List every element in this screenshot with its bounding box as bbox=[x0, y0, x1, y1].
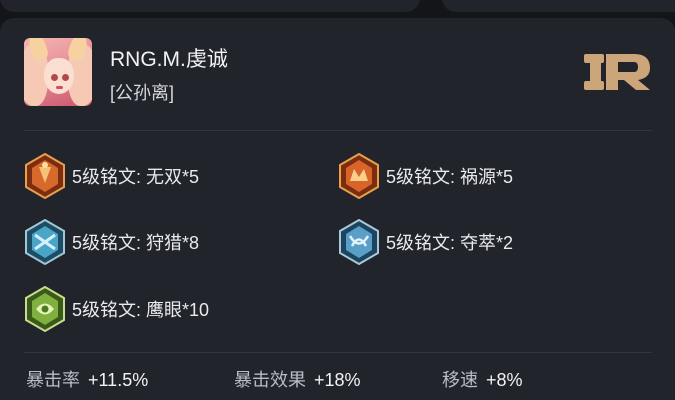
rng-logo-icon bbox=[584, 54, 650, 90]
stat-item: 暴击率 +11.5% bbox=[26, 366, 148, 392]
stat-label: 暴击效果 bbox=[234, 370, 306, 390]
rune-huoyuan-icon bbox=[339, 153, 379, 199]
stats-row: 暴击率 +11.5% 暴击效果 +18% 移速 +8% bbox=[0, 366, 675, 390]
rune-duocui-icon bbox=[339, 219, 379, 265]
stat-item: 暴击效果 +18% bbox=[234, 366, 361, 392]
stat-value: +18% bbox=[314, 370, 361, 390]
stat-label: 移速 bbox=[442, 370, 478, 390]
stat-value: +11.5% bbox=[88, 370, 149, 390]
rune-item[interactable]: 5级铭文: 祸源*5 bbox=[338, 152, 513, 200]
rune-label: 5级铭文: 狩猎*8 bbox=[72, 233, 200, 253]
stat-item: 移速 +8% bbox=[442, 366, 523, 392]
top-tab-right[interactable] bbox=[442, 0, 675, 12]
player-rune-card: RNG.M.虔诚 [公孙离] 5级铭文: 无双*5 5级铭文: 祸源*5 5级铭… bbox=[0, 18, 675, 400]
hero-name: [公孙离] bbox=[110, 83, 175, 103]
rune-item[interactable]: 5级铭文: 鹰眼*10 bbox=[24, 285, 209, 333]
avatar-lips bbox=[56, 86, 63, 89]
top-tab-left[interactable] bbox=[0, 0, 420, 12]
divider-top bbox=[24, 130, 652, 131]
rune-shoulie-icon bbox=[25, 219, 65, 265]
avatar-eye-right bbox=[62, 74, 69, 81]
divider-bottom bbox=[24, 352, 652, 353]
rune-item[interactable]: 5级铭文: 无双*5 bbox=[24, 152, 199, 200]
player-name: RNG.M.虔诚 bbox=[110, 48, 228, 71]
hero-avatar[interactable] bbox=[24, 38, 92, 106]
rune-label: 5级铭文: 鹰眼*10 bbox=[72, 300, 210, 320]
rune-wushuang-icon bbox=[25, 153, 65, 199]
avatar-eye-left bbox=[51, 74, 58, 81]
stat-label: 暴击率 bbox=[26, 370, 80, 390]
rune-item[interactable]: 5级铭文: 夺萃*2 bbox=[338, 218, 513, 266]
rune-item[interactable]: 5级铭文: 狩猎*8 bbox=[24, 218, 199, 266]
rune-label: 5级铭文: 夺萃*2 bbox=[386, 233, 514, 253]
rune-label: 5级铭文: 祸源*5 bbox=[386, 167, 514, 187]
rune-label: 5级铭文: 无双*5 bbox=[72, 167, 200, 187]
rune-yingyan-icon bbox=[25, 286, 65, 332]
stat-value: +8% bbox=[486, 370, 523, 390]
